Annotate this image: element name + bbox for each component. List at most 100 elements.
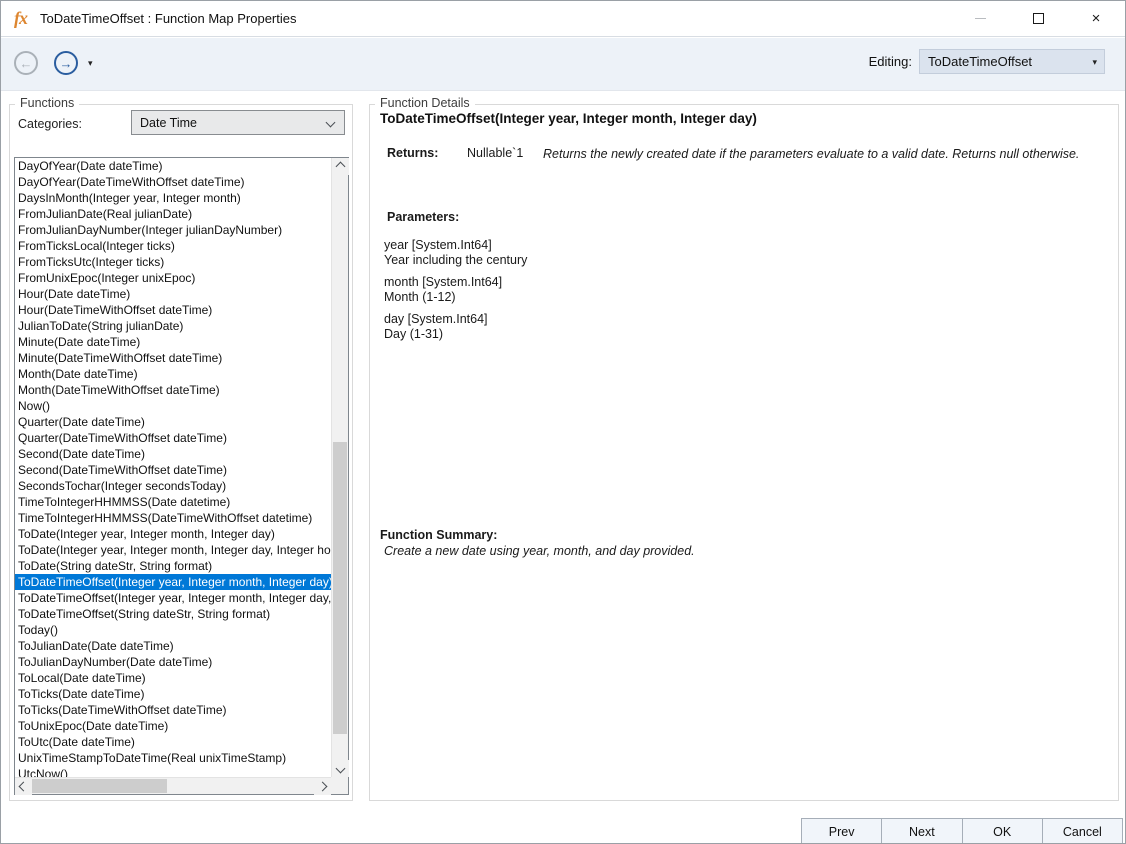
close-icon: × <box>1092 11 1101 26</box>
categories-combobox-value: Date Time <box>140 116 197 130</box>
list-item[interactable]: Month(DateTimeWithOffset dateTime) <box>15 382 331 398</box>
chevron-down-icon <box>336 764 346 774</box>
list-item[interactable]: UnixTimeStampToDateTime(Real unixTimeSta… <box>15 750 331 766</box>
function-summary-text: Create a new date using year, month, and… <box>384 544 984 558</box>
vertical-scrollbar[interactable] <box>331 158 348 777</box>
list-item-selected[interactable]: ToDateTimeOffset(Integer year, Integer m… <box>15 574 331 590</box>
scrollbar-corner <box>331 777 348 794</box>
scroll-left-button[interactable] <box>15 778 32 795</box>
list-item[interactable]: ToLocal(Date dateTime) <box>15 670 331 686</box>
ok-button[interactable]: OK <box>962 818 1043 844</box>
chevron-right-icon <box>318 782 328 792</box>
function-signature: ToDateTimeOffset(Integer year, Integer m… <box>380 111 757 126</box>
editing-combobox[interactable]: ToDateTimeOffset ▾ <box>919 49 1105 74</box>
list-item[interactable]: FromUnixEpoc(Integer unixEpoc) <box>15 270 331 286</box>
fx-icon: fx <box>14 8 36 29</box>
list-item[interactable]: ToDate(String dateStr, String format) <box>15 558 331 574</box>
list-item[interactable]: TimeToIntegerHHMMSS(Date datetime) <box>15 494 331 510</box>
list-item[interactable]: ToTicks(DateTimeWithOffset dateTime) <box>15 702 331 718</box>
parameters-list: year [System.Int64]Year including the ce… <box>384 238 784 349</box>
list-item[interactable]: FromJulianDayNumber(Integer julianDayNum… <box>15 222 331 238</box>
footer-button-bar: PrevNextOKCancel <box>801 818 1123 844</box>
list-item[interactable]: Now() <box>15 398 331 414</box>
list-item[interactable]: ToDate(Integer year, Integer month, Inte… <box>15 542 331 558</box>
scroll-down-button[interactable] <box>332 760 349 777</box>
parameter-entry: month [System.Int64]Month (1-12) <box>384 275 784 305</box>
list-item[interactable]: Second(Date dateTime) <box>15 446 331 462</box>
list-item[interactable]: Today() <box>15 622 331 638</box>
list-item[interactable]: TimeToIntegerHHMMSS(DateTimeWithOffset d… <box>15 510 331 526</box>
list-item[interactable]: Minute(Date dateTime) <box>15 334 331 350</box>
title-bar: fx ToDateTimeOffset : Function Map Prope… <box>1 1 1125 37</box>
chevron-down-icon <box>326 118 336 128</box>
returns-label: Returns: <box>387 146 467 162</box>
list-item[interactable]: DayOfYear(DateTimeWithOffset dateTime) <box>15 174 331 190</box>
list-item[interactable]: Month(Date dateTime) <box>15 366 331 382</box>
parameter-name: day [System.Int64] <box>384 312 784 327</box>
horizontal-scrollbar-thumb[interactable] <box>32 779 167 793</box>
list-item[interactable]: ToTicks(Date dateTime) <box>15 686 331 702</box>
functions-groupbox: Functions Categories: Date Time DayOfYea… <box>9 104 353 801</box>
list-item[interactable]: ToJulianDate(Date dateTime) <box>15 638 331 654</box>
parameter-entry: day [System.Int64]Day (1-31) <box>384 312 784 342</box>
editing-label: Editing: <box>869 54 912 69</box>
list-item[interactable]: Hour(DateTimeWithOffset dateTime) <box>15 302 331 318</box>
minimize-icon <box>975 18 986 19</box>
parameter-name: month [System.Int64] <box>384 275 784 290</box>
list-item[interactable]: Minute(DateTimeWithOffset dateTime) <box>15 350 331 366</box>
list-item[interactable]: UtcNow() <box>15 766 331 777</box>
list-item[interactable]: FromJulianDate(Real julianDate) <box>15 206 331 222</box>
categories-combobox[interactable]: Date Time <box>131 110 345 135</box>
list-item[interactable]: ToUtc(Date dateTime) <box>15 734 331 750</box>
forward-arrow-icon: → <box>60 56 73 71</box>
function-list: DayOfYear(Date dateTime)DayOfYear(DateTi… <box>14 157 349 795</box>
parameter-description: Year including the century <box>384 253 784 268</box>
function-summary-label: Function Summary: <box>380 528 497 542</box>
list-item[interactable]: Quarter(Date dateTime) <box>15 414 331 430</box>
scroll-right-button[interactable] <box>314 778 331 795</box>
list-item[interactable]: FromTicksUtc(Integer ticks) <box>15 254 331 270</box>
chevron-down-icon: ▾ <box>1092 57 1097 68</box>
parameter-name: year [System.Int64] <box>384 238 784 253</box>
list-item[interactable]: DaysInMonth(Integer year, Integer month) <box>15 190 331 206</box>
back-button[interactable]: ← <box>14 51 38 75</box>
minimize-button[interactable] <box>951 1 1009 36</box>
function-details-groupbox: Function Details ToDateTimeOffset(Intege… <box>369 104 1119 801</box>
horizontal-scrollbar[interactable] <box>15 777 331 794</box>
close-button[interactable]: × <box>1067 1 1125 36</box>
chevron-left-icon <box>19 782 29 792</box>
function-details-groupbox-title: Function Details <box>375 96 475 110</box>
prev-button[interactable]: Prev <box>801 818 882 844</box>
cancel-button[interactable]: Cancel <box>1042 818 1123 844</box>
function-map-properties-dialog: fx ToDateTimeOffset : Function Map Prope… <box>0 0 1126 844</box>
maximize-icon <box>1033 13 1044 24</box>
list-item[interactable]: ToDateTimeOffset(Integer year, Integer m… <box>15 590 331 606</box>
parameter-entry: year [System.Int64]Year including the ce… <box>384 238 784 268</box>
list-item[interactable]: JulianToDate(String julianDate) <box>15 318 331 334</box>
parameters-label: Parameters: <box>387 210 459 224</box>
list-item[interactable]: ToDateTimeOffset(String dateStr, String … <box>15 606 331 622</box>
scroll-up-button[interactable] <box>332 158 349 175</box>
next-button[interactable]: Next <box>881 818 962 844</box>
maximize-button[interactable] <box>1009 1 1067 36</box>
vertical-scrollbar-thumb[interactable] <box>333 442 347 734</box>
forward-button[interactable]: → <box>54 51 78 75</box>
list-item[interactable]: ToDate(Integer year, Integer month, Inte… <box>15 526 331 542</box>
toolbar: ← → ▾ Editing: ToDateTimeOffset ▾ <box>1 38 1125 91</box>
list-item[interactable]: DayOfYear(Date dateTime) <box>15 158 331 174</box>
window-title: ToDateTimeOffset : Function Map Properti… <box>40 11 297 26</box>
forward-dropdown-caret-icon[interactable]: ▾ <box>88 58 93 69</box>
back-arrow-icon: ← <box>20 56 33 71</box>
returns-type: Nullable`1 <box>467 146 543 162</box>
chevron-up-icon <box>336 162 346 172</box>
list-item[interactable]: ToUnixEpoc(Date dateTime) <box>15 718 331 734</box>
list-item[interactable]: Quarter(DateTimeWithOffset dateTime) <box>15 430 331 446</box>
list-item[interactable]: Second(DateTimeWithOffset dateTime) <box>15 462 331 478</box>
parameter-description: Day (1-31) <box>384 327 784 342</box>
list-item[interactable]: Hour(Date dateTime) <box>15 286 331 302</box>
list-item[interactable]: ToJulianDayNumber(Date dateTime) <box>15 654 331 670</box>
parameter-description: Month (1-12) <box>384 290 784 305</box>
categories-label: Categories: <box>18 117 82 131</box>
list-item[interactable]: FromTicksLocal(Integer ticks) <box>15 238 331 254</box>
list-item[interactable]: SecondsTochar(Integer secondsToday) <box>15 478 331 494</box>
